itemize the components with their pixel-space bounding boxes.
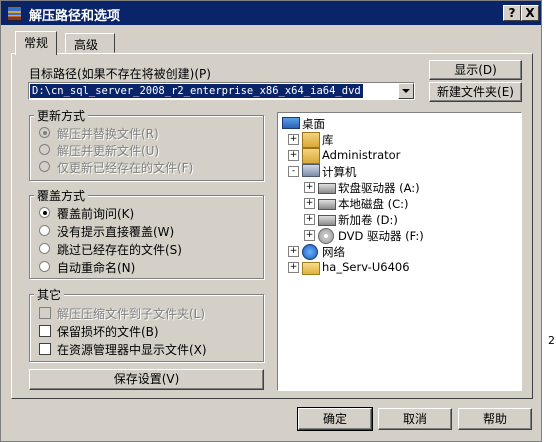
radio-fresh[interactable] (39, 161, 50, 172)
radio-skip[interactable] (39, 243, 50, 254)
overwrite-option-rename-label: 自动重命名(N) (57, 261, 136, 275)
tree-node[interactable]: + Administrator (288, 148, 502, 164)
overwrite-option-overwrite-label: 没有提示直接覆盖(W) (57, 225, 175, 239)
show-button[interactable]: 显示(D) (429, 60, 522, 80)
tree-node-label: 软盘驱动器 (A:) (338, 181, 420, 195)
system-disk-icon (318, 199, 336, 210)
tree-node-label: 新加卷 (D:) (338, 213, 398, 227)
tree-node[interactable]: + ha_Serv-U6406 (288, 260, 502, 275)
update-mode-title: 更新方式 (34, 107, 89, 124)
radio-replace[interactable] (39, 127, 50, 138)
cancel-button[interactable]: 取消 (378, 408, 452, 430)
misc-option-subfolder-label: 解压压缩文件到子文件夹(L) (57, 307, 206, 321)
floppy-drive-icon (318, 183, 336, 194)
window-title: 解压路径和选项 (29, 9, 121, 24)
tree-node[interactable]: - 计算机 (288, 164, 502, 179)
folder-tree[interactable]: 桌面 + 库 + Administrator - 计算机 + 软盘驱动器 (A:) + 本地磁盘 (… (277, 112, 522, 391)
checkbox-keep-broken[interactable] (39, 325, 51, 337)
combo-dropdown-icon[interactable] (398, 83, 414, 99)
new-folder-button[interactable]: 新建文件夹(E) (429, 82, 522, 102)
expand-icon[interactable]: + (304, 198, 315, 209)
overwrite-option-skip[interactable]: 跳过已经存在的文件(S) (39, 241, 259, 257)
target-path-value[interactable]: D:\cn_sql_server_2008_r2_enterprise_x86_… (30, 84, 363, 98)
background-edge-text: 2 (548, 334, 555, 347)
overwrite-option-overwrite[interactable]: 没有提示直接覆盖(W) (39, 223, 259, 239)
misc-option-show-explorer-label: 在资源管理器中显示文件(X) (57, 343, 207, 357)
disk-icon (318, 215, 336, 226)
tree-node[interactable]: + 网络 (288, 244, 502, 260)
tree-node[interactable]: 桌面 (282, 116, 482, 131)
overwrite-option-ask-label: 覆盖前询问(K) (57, 207, 135, 221)
radio-overwrite[interactable] (39, 225, 50, 236)
tree-node-label: 计算机 (322, 165, 357, 179)
user-folder-icon (302, 148, 320, 164)
tree-node[interactable]: + 软盘驱动器 (A:) (304, 180, 518, 195)
tree-node-label: 网络 (322, 245, 345, 259)
overwrite-option-ask[interactable]: 覆盖前询问(K) (39, 205, 259, 221)
collapse-icon[interactable]: - (288, 166, 299, 177)
tree-node-label: 本地磁盘 (C:) (338, 197, 409, 211)
radio-ask[interactable] (39, 207, 50, 218)
radio-rename[interactable] (39, 261, 50, 272)
overwrite-option-skip-label: 跳过已经存在的文件(S) (57, 243, 182, 257)
update-option-update-label: 解压并更新文件(U) (57, 144, 160, 158)
target-path-combobox[interactable]: D:\cn_sql_server_2008_r2_enterprise_x86_… (28, 82, 415, 100)
save-settings-button[interactable]: 保存设置(V) (29, 369, 264, 390)
title-bar[interactable]: 解压路径和选项 ? X (1, 1, 541, 25)
tab-general[interactable]: 常规 (15, 31, 58, 55)
tree-node-label: Administrator (322, 148, 401, 162)
winrar-app-icon (7, 6, 22, 21)
desktop-icon (282, 117, 300, 129)
help-button[interactable]: 帮助 (458, 408, 532, 430)
tree-node[interactable]: + 本地磁盘 (C:) (304, 196, 518, 211)
misc-option-keep-broken-label: 保留损坏的文件(B) (57, 325, 159, 339)
expand-icon[interactable]: + (304, 182, 315, 193)
tree-node[interactable]: + 新加卷 (D:) (304, 212, 518, 227)
tree-node-label: 库 (322, 133, 334, 147)
update-option-replace[interactable]: 解压并替换文件(R) (39, 125, 259, 141)
expand-icon[interactable]: + (288, 150, 299, 161)
misc-title: 其它 (34, 286, 65, 303)
tree-node-label: 桌面 (302, 117, 325, 131)
misc-option-show-explorer[interactable]: 在资源管理器中显示文件(X) (39, 341, 259, 357)
overwrite-mode-title: 覆盖方式 (34, 187, 89, 204)
target-path-label: 目标路径(如果不存在将被创建)(P) (29, 67, 211, 81)
overwrite-option-rename[interactable]: 自动重命名(N) (39, 259, 259, 275)
misc-option-subfolder[interactable]: 解压压缩文件到子文件夹(L) (39, 305, 259, 321)
library-icon (302, 132, 320, 148)
folder-icon (302, 262, 320, 275)
tree-node[interactable]: + DVD 驱动器 (F:) (304, 228, 518, 244)
expand-icon[interactable]: + (304, 230, 315, 241)
update-option-fresh-label: 仅更新已经存在的文件(F) (57, 161, 194, 175)
update-option-replace-label: 解压并替换文件(R) (57, 127, 159, 141)
ok-button[interactable]: 确定 (297, 407, 373, 431)
checkbox-show-explorer[interactable] (39, 343, 51, 355)
checkbox-subfolder[interactable] (39, 307, 51, 319)
expand-icon[interactable]: + (304, 214, 315, 225)
tree-node-label: DVD 驱动器 (F:) (338, 229, 424, 243)
tree-node[interactable]: + 库 (288, 132, 502, 148)
close-button[interactable]: X (521, 5, 539, 21)
help-title-button[interactable]: ? (503, 5, 521, 21)
expand-icon[interactable]: + (288, 262, 299, 273)
update-option-fresh[interactable]: 仅更新已经存在的文件(F) (39, 159, 259, 175)
expand-icon[interactable]: + (288, 134, 299, 145)
tab-advanced[interactable]: 高级 (65, 33, 115, 53)
tree-node-label: ha_Serv-U6406 (322, 260, 410, 274)
network-icon (302, 244, 318, 260)
expand-icon[interactable]: + (288, 246, 299, 257)
update-option-update[interactable]: 解压并更新文件(U) (39, 142, 259, 158)
desktop-background: 2 (542, 0, 556, 442)
radio-update[interactable] (39, 144, 50, 155)
misc-option-keep-broken[interactable]: 保留损坏的文件(B) (39, 323, 259, 339)
dvd-drive-icon (318, 228, 334, 244)
extract-dialog: 解压路径和选项 ? X 常规 高级 目标路径(如果不存在将被创建)(P) D:\… (0, 0, 542, 442)
computer-icon (302, 164, 320, 177)
